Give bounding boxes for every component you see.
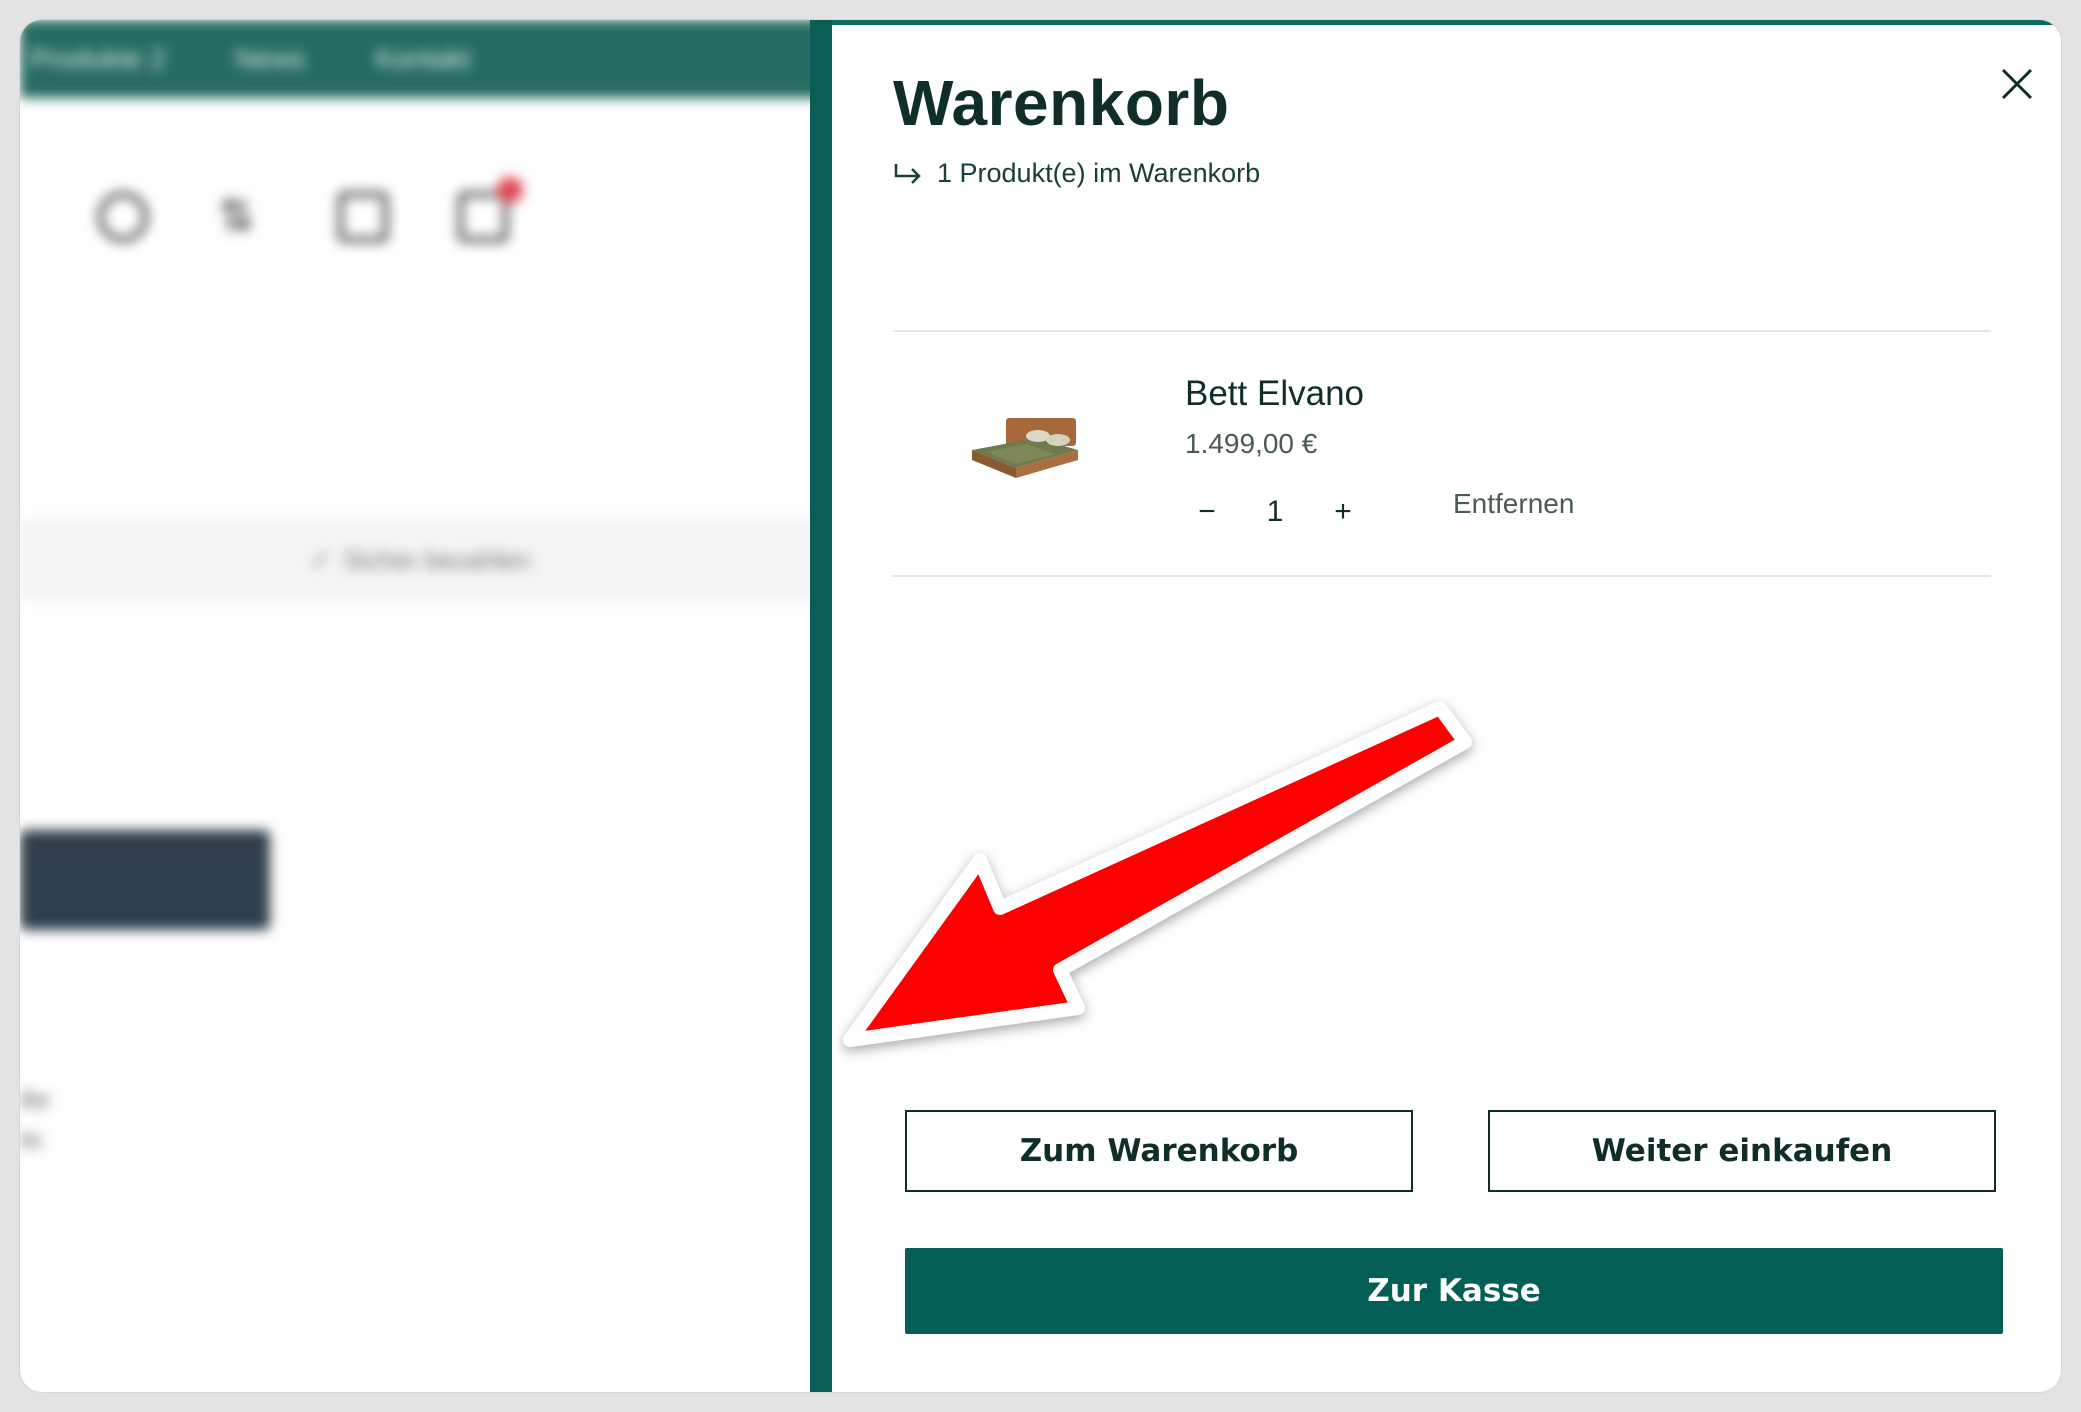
nav-item-contact: Kontakt: [375, 43, 471, 74]
cart-title: Warenkorb: [893, 67, 1230, 139]
view-cart-button[interactable]: Zum Warenkorb: [905, 1110, 1413, 1192]
check-icon: ✓: [309, 544, 332, 575]
compare-icon: ⇅: [218, 192, 255, 241]
annotation-arrow-icon: [843, 701, 1472, 1047]
cart-icon: [458, 177, 523, 242]
increase-quantity-button[interactable]: +: [1321, 490, 1365, 534]
decrease-quantity-button[interactable]: −: [1185, 490, 1229, 534]
cart-item-count: 1 Produkt(e) im Warenkorb: [937, 158, 1261, 188]
side-text-line: In: [20, 1125, 42, 1155]
product-price: 1.499,00 €: [1185, 428, 1318, 459]
nav-item-products: Produkte 2: [30, 43, 166, 74]
secure-payment-text: Sicher bezahlen: [343, 544, 531, 575]
background-page: Produkte 2 News Kontakt ⇅ ✓ Sicher bezah…: [20, 20, 830, 1392]
background-side-text: Ihr In: [20, 1080, 50, 1160]
divider: [893, 575, 1991, 577]
product-name[interactable]: Bett Elvano: [1185, 374, 1364, 414]
quantity-stepper: − 1 +: [1185, 490, 1365, 534]
close-icon: [2001, 68, 2033, 100]
cart-badge: [497, 177, 523, 203]
bed-product-image: [972, 418, 1078, 478]
close-button[interactable]: [1995, 62, 2039, 106]
return-arrow-icon: [894, 163, 921, 184]
continue-shopping-button[interactable]: Weiter einkaufen: [1488, 1110, 1996, 1192]
account-icon: [98, 192, 148, 242]
secure-payment-strip: ✓ Sicher bezahlen: [20, 520, 820, 600]
background-nav: Produkte 2 News Kontakt: [20, 20, 830, 98]
side-text-line: Ihr: [20, 1085, 51, 1115]
nav-item-news: News: [235, 43, 306, 74]
cart-subtitle: 1 Produkt(e) im Warenkorb: [893, 158, 1260, 189]
background-add-to-cart-button: [20, 830, 270, 930]
remove-item-link[interactable]: Entfernen: [1453, 488, 1574, 520]
wishlist-icon: [338, 192, 388, 242]
divider: [893, 330, 1991, 332]
header-icons: ⇅: [98, 177, 523, 242]
checkout-button[interactable]: Zur Kasse: [905, 1248, 2003, 1334]
quantity-value[interactable]: 1: [1267, 495, 1284, 529]
